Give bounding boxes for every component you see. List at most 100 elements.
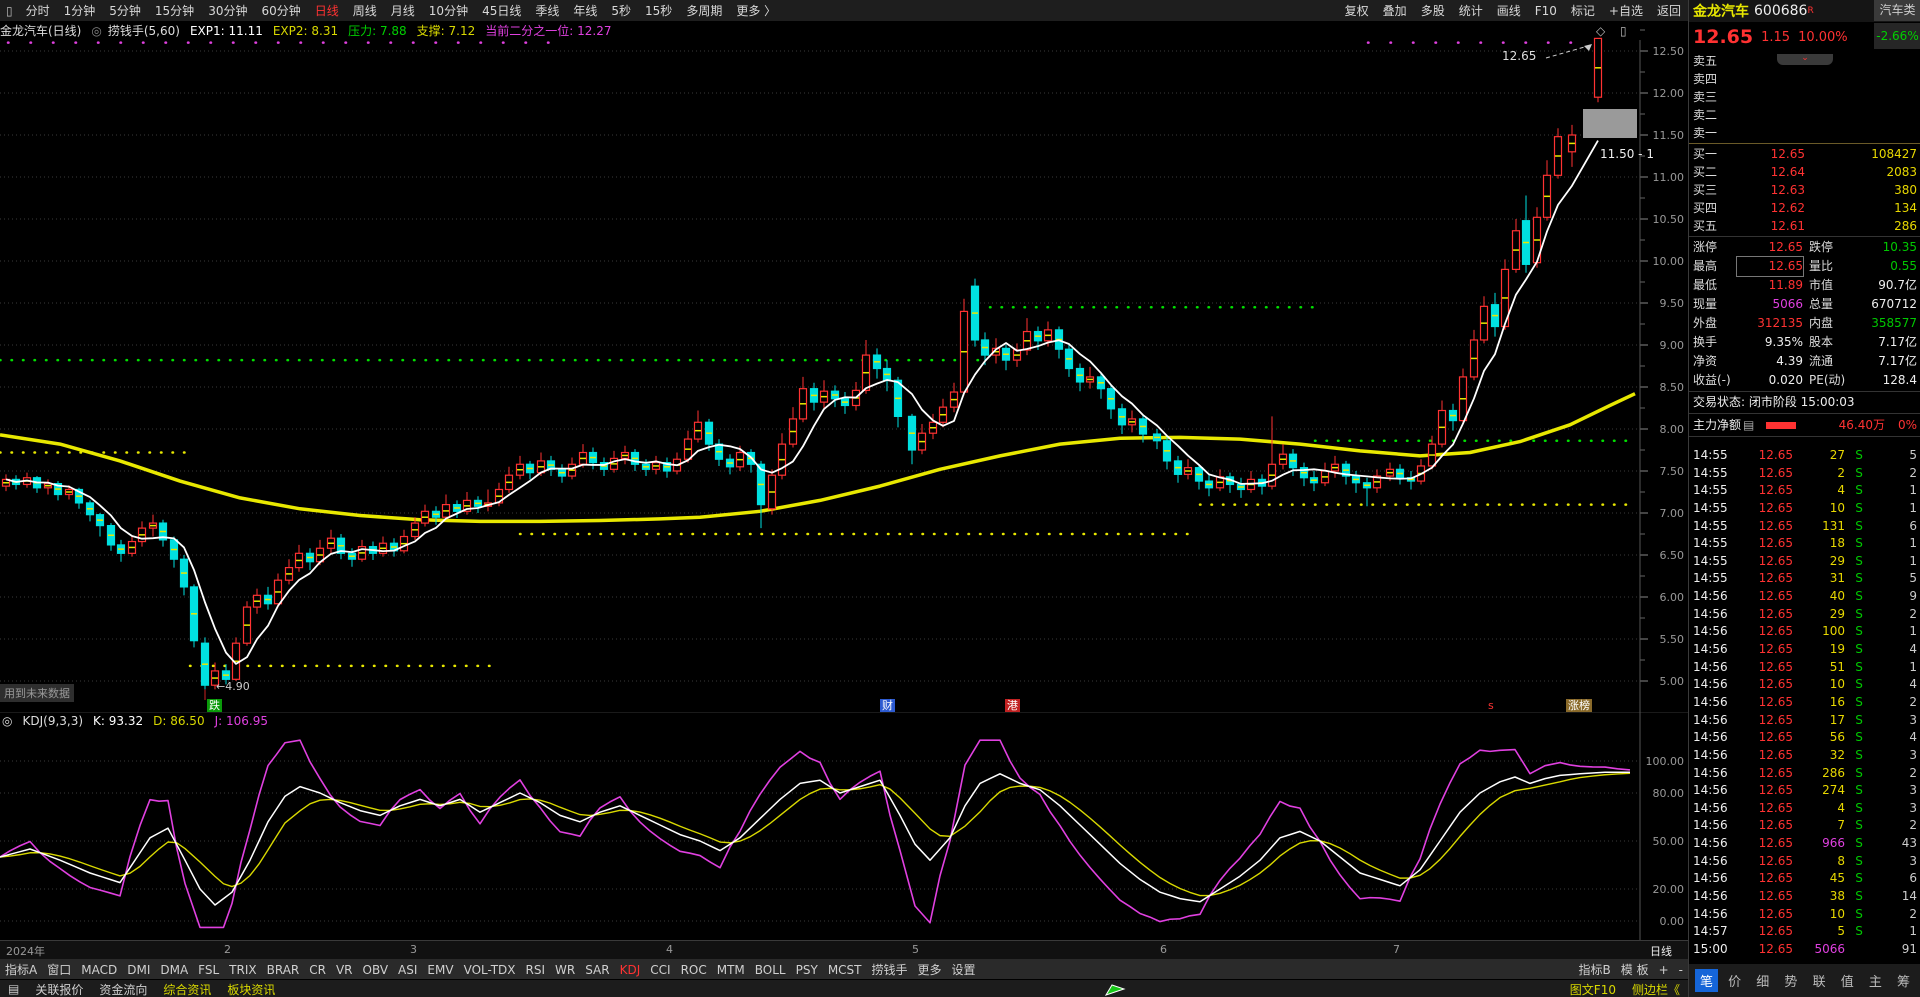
quote-tab-笔[interactable]: 笔	[1695, 969, 1718, 992]
timeframe-1分钟[interactable]: 1分钟	[57, 4, 103, 18]
buy-row[interactable]: 买二12.642083	[1689, 163, 1920, 181]
tick-row[interactable]: 14:5612.6532S3	[1689, 747, 1920, 765]
diamond-icon[interactable]: ◇	[1596, 24, 1605, 38]
status-综合资讯[interactable]: 综合资讯	[155, 983, 219, 997]
tick-row[interactable]: 14:5612.65966S43	[1689, 835, 1920, 853]
buy-row[interactable]: 买一12.65108427	[1689, 145, 1920, 163]
tool-叠加[interactable]: 叠加	[1376, 4, 1414, 18]
quote-tab-筹[interactable]: 筹	[1892, 969, 1915, 992]
tick-row[interactable]: 14:5612.6510S2	[1689, 906, 1920, 924]
quote-tab-价[interactable]: 价	[1723, 969, 1746, 992]
tool-返回[interactable]: 返回	[1650, 4, 1688, 18]
buy-row[interactable]: 买五12.61286	[1689, 217, 1920, 235]
indicator-指标A[interactable]: 指标A	[0, 963, 42, 977]
timeframe-日线[interactable]: 日线	[308, 4, 346, 18]
tick-row[interactable]: 14:5612.6551S1	[1689, 659, 1920, 677]
indicator-WR[interactable]: WR	[550, 963, 580, 977]
indicator-TRIX[interactable]: TRIX	[224, 963, 261, 977]
collapse-pill[interactable]: ⌄	[1777, 54, 1833, 65]
tick-row[interactable]: 14:5612.6519S4	[1689, 641, 1920, 659]
timeframe-周线[interactable]: 周线	[346, 4, 384, 18]
indicator-BOLL[interactable]: BOLL	[750, 963, 791, 977]
tick-row[interactable]: 14:5512.65131S6	[1689, 518, 1920, 536]
tick-row[interactable]: 14:5512.6529S1	[1689, 553, 1920, 571]
indicator-MACD[interactable]: MACD	[76, 963, 122, 977]
indicator-KDJ[interactable]: KDJ	[615, 963, 646, 977]
tool-画线[interactable]: 画线	[1490, 4, 1528, 18]
kdj-indicator-chart[interactable]: 100.0080.0050.0020.000.00	[0, 712, 1688, 941]
timeframe-月线[interactable]: 月线	[384, 4, 422, 18]
indicator-MTM[interactable]: MTM	[712, 963, 750, 977]
tick-row[interactable]: 14:5612.6516S2	[1689, 694, 1920, 712]
layout-icon[interactable]: ▯	[1620, 24, 1627, 38]
timeframe-5分钟[interactable]: 5分钟	[102, 4, 148, 18]
timeframe-10分钟[interactable]: 10分钟	[422, 4, 475, 18]
tool-多股[interactable]: 多股	[1414, 4, 1452, 18]
tool-F10[interactable]: F10	[1528, 4, 1564, 18]
tick-row[interactable]: 14:5612.658S3	[1689, 853, 1920, 871]
indicator-OBV[interactable]: OBV	[358, 963, 394, 977]
indicator-EMV[interactable]: EMV	[422, 963, 458, 977]
indicator-VR[interactable]: VR	[331, 963, 358, 977]
indicator-SAR[interactable]: SAR	[580, 963, 614, 977]
quote-tab-势[interactable]: 势	[1779, 969, 1802, 992]
timeframe-季线[interactable]: 季线	[528, 4, 566, 18]
indicator-ASI[interactable]: ASI	[393, 963, 422, 977]
event-badge-财[interactable]: 财	[880, 699, 895, 712]
tick-row[interactable]: 14:5512.6510S1	[1689, 500, 1920, 518]
timeframe-45日线[interactable]: 45日线	[475, 4, 528, 18]
timeframe-60分钟[interactable]: 60分钟	[254, 4, 307, 18]
quote-tab-细[interactable]: 细	[1751, 969, 1774, 992]
file-icon[interactable]: ▤	[0, 982, 27, 996]
main-net-row[interactable]: 主力净额 ▤ 46.40万 0%	[1689, 415, 1920, 435]
indicator-更多[interactable]: 更多	[913, 963, 947, 977]
status-right-侧边栏《[interactable]: 侧边栏《	[1624, 983, 1688, 997]
indicator-VOL-TDX[interactable]: VOL-TDX	[459, 963, 521, 977]
indicator-CCI[interactable]: CCI	[645, 963, 675, 977]
indicator-right-+[interactable]: +	[1654, 963, 1674, 977]
tick-row[interactable]: 14:5612.6538S14	[1689, 888, 1920, 906]
tick-row[interactable]: 14:5712.655S1	[1689, 923, 1920, 941]
buy-row[interactable]: 买三12.63380	[1689, 181, 1920, 199]
tick-row[interactable]: 14:5612.6517S3	[1689, 712, 1920, 730]
timeframe-年线[interactable]: 年线	[566, 4, 604, 18]
event-badge-s[interactable]: s	[1486, 699, 1496, 712]
indicator-捞钱手[interactable]: 捞钱手	[867, 963, 913, 977]
tick-row[interactable]: 14:5612.6510S4	[1689, 676, 1920, 694]
event-badge-港[interactable]: 港	[1005, 699, 1020, 712]
timeframe-多周期[interactable]: 多周期	[679, 4, 729, 18]
tick-row[interactable]: 14:5512.6518S1	[1689, 535, 1920, 553]
tick-row[interactable]: 14:5512.654S1	[1689, 482, 1920, 500]
timeframe-分时[interactable]: 分时	[19, 4, 57, 18]
event-badge-跌[interactable]: 跌	[207, 699, 222, 712]
sell-row[interactable]: 卖四	[1689, 70, 1920, 88]
sell-row[interactable]: 卖一	[1689, 124, 1920, 142]
tick-row[interactable]: 14:5612.65100S1	[1689, 623, 1920, 641]
indicator-DMI[interactable]: DMI	[122, 963, 155, 977]
quote-tab-值[interactable]: 值	[1836, 969, 1859, 992]
tick-row[interactable]: 14:5512.6527S5	[1689, 447, 1920, 465]
indicator-right-指标B[interactable]: 指标B	[1574, 963, 1616, 977]
indicator-FSL[interactable]: FSL	[193, 963, 224, 977]
main-candlestick-chart[interactable]: 12.5012.0011.5011.0010.5010.009.509.008.…	[0, 40, 1688, 712]
tick-row[interactable]: 14:5612.65274S3	[1689, 782, 1920, 800]
sell-row[interactable]: 卖三	[1689, 88, 1920, 106]
tick-row[interactable]: 14:5612.6556S4	[1689, 729, 1920, 747]
indicator-RSI[interactable]: RSI	[521, 963, 551, 977]
tool-复权[interactable]: 复权	[1338, 4, 1376, 18]
status-关联报价[interactable]: 关联报价	[27, 983, 91, 997]
collapse-icon[interactable]: ◎	[91, 24, 101, 38]
tick-row[interactable]: 14:5612.657S2	[1689, 817, 1920, 835]
window-icon[interactable]: ▯	[6, 4, 13, 18]
indicator-right-模 板[interactable]: 模 板	[1616, 963, 1654, 977]
indicator-设置[interactable]: 设置	[947, 963, 981, 977]
tick-row[interactable]: 14:5612.65286S2	[1689, 765, 1920, 783]
timeframe-5秒[interactable]: 5秒	[604, 4, 638, 18]
status-板块资讯[interactable]: 板块资讯	[219, 983, 283, 997]
indicator-MCST[interactable]: MCST	[823, 963, 867, 977]
quote-tab-主[interactable]: 主	[1864, 969, 1887, 992]
tool-标记[interactable]: 标记	[1564, 4, 1602, 18]
indicator-ROC[interactable]: ROC	[676, 963, 712, 977]
status-right-图文F10[interactable]: 图文F10	[1562, 983, 1624, 997]
timeframe-30分钟[interactable]: 30分钟	[201, 4, 254, 18]
